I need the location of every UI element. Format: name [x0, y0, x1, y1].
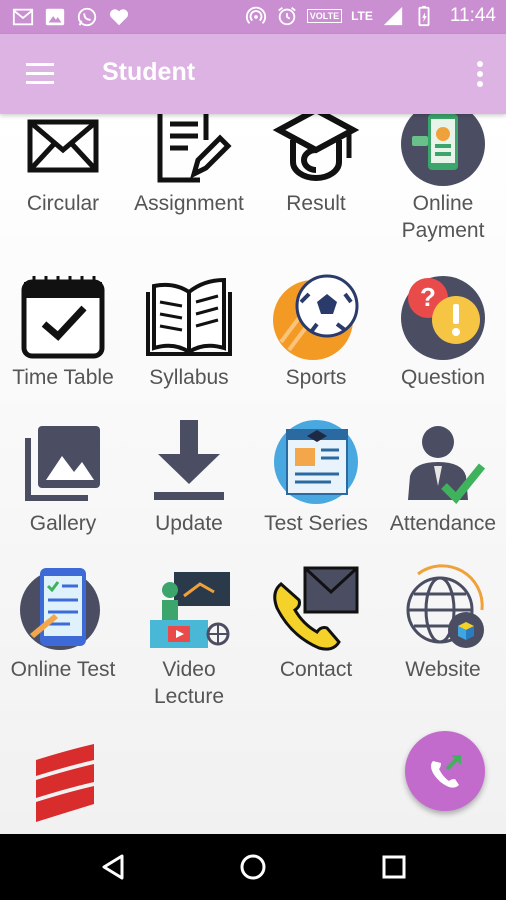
person-check-icon	[408, 426, 486, 504]
graduation-cap-icon	[272, 114, 360, 181]
gallery-icon	[25, 426, 100, 501]
battery-icon	[418, 5, 430, 27]
soccer-ball-icon	[273, 274, 359, 360]
globe-icon	[406, 564, 484, 648]
video-lecture-icon	[150, 572, 230, 648]
more-vertical-icon[interactable]	[476, 60, 484, 88]
app-bar: Student	[0, 34, 506, 114]
alarm-icon	[277, 7, 296, 26]
envelope-icon	[27, 119, 99, 173]
tile-label: Contact	[279, 658, 353, 681]
svg-text:?: ?	[420, 282, 436, 312]
tile-label: Sports	[285, 366, 347, 389]
gmail-icon	[12, 8, 34, 26]
hotspot-icon	[245, 6, 266, 24]
calendar-check-icon	[21, 276, 105, 359]
page-title: Student	[102, 58, 196, 86]
tile-label: Gallery	[29, 512, 97, 535]
tile-video-lecture[interactable]: Video Lecture	[126, 562, 252, 708]
signal-icon	[383, 6, 403, 26]
tile-syllabus[interactable]: Syllabus	[126, 272, 252, 402]
tile-label: Assignment	[134, 192, 244, 215]
system-icons: VOLTE LTE 11:44	[245, 5, 496, 27]
phone-mail-icon	[273, 566, 359, 651]
hamburger-menu-icon[interactable]	[26, 61, 54, 85]
download-icon	[154, 420, 224, 500]
tile-label: Attendance	[389, 512, 497, 535]
tile-label: Result	[286, 192, 346, 215]
tile-online-payment[interactable]: Online Payment	[380, 114, 506, 254]
tile-label: Online Test	[10, 658, 116, 681]
red-stack-icon	[36, 744, 94, 822]
tile-label: Question	[400, 366, 486, 389]
tile-assignment[interactable]: Assignment	[126, 114, 252, 254]
tile-label: Video Lecture	[153, 658, 225, 708]
call-fab-button[interactable]	[405, 731, 485, 811]
phone-transfer-icon	[431, 755, 461, 788]
tile-partial[interactable]	[0, 732, 126, 834]
question-exclamation-icon: ?	[401, 276, 485, 360]
tile-gallery[interactable]: Gallery	[0, 416, 126, 546]
tile-online-test[interactable]: Online Test	[0, 562, 126, 702]
tile-sports[interactable]: Sports	[253, 272, 379, 402]
tile-website[interactable]: Website	[380, 562, 506, 702]
tile-attendance[interactable]: Attendance	[380, 416, 506, 546]
home-icon[interactable]	[238, 852, 268, 882]
tile-time-table[interactable]: Time Table	[0, 272, 126, 402]
navigation-bar	[0, 834, 506, 900]
document-pen-icon	[157, 114, 232, 183]
tile-circular[interactable]: Circular	[0, 114, 126, 254]
lte-label: LTE	[351, 9, 373, 23]
tile-contact[interactable]: Contact	[253, 562, 379, 702]
tile-result[interactable]: Result	[253, 114, 379, 254]
tile-label: Online Payment	[401, 192, 485, 242]
recents-icon[interactable]	[379, 852, 409, 882]
tile-question[interactable]: ? Question	[380, 272, 506, 402]
tile-label: Test Series	[264, 512, 368, 535]
tile-update[interactable]: Update	[126, 416, 252, 546]
clock: 11:44	[449, 5, 496, 26]
tile-test-series[interactable]: Test Series	[253, 416, 379, 546]
dashboard-grid: Circular Assignment Result Online Paymen…	[0, 114, 506, 834]
status-bar: VOLTE LTE 11:44	[0, 0, 506, 34]
tile-label: Time Table	[12, 366, 114, 389]
tile-label: Website	[405, 658, 481, 681]
whatsapp-icon	[77, 7, 97, 27]
gallery-icon	[45, 8, 65, 26]
heart-icon	[109, 9, 129, 26]
tile-label: Update	[155, 512, 223, 535]
notification-icons	[12, 6, 130, 28]
mobile-payment-icon	[401, 114, 485, 186]
online-test-icon	[20, 568, 100, 650]
test-series-icon	[274, 420, 358, 504]
tile-label: Circular	[26, 192, 100, 215]
tile-label: Syllabus	[149, 366, 229, 389]
back-icon[interactable]	[98, 852, 128, 882]
volte-badge: VOLTE	[306, 9, 343, 23]
open-book-icon	[146, 277, 232, 356]
